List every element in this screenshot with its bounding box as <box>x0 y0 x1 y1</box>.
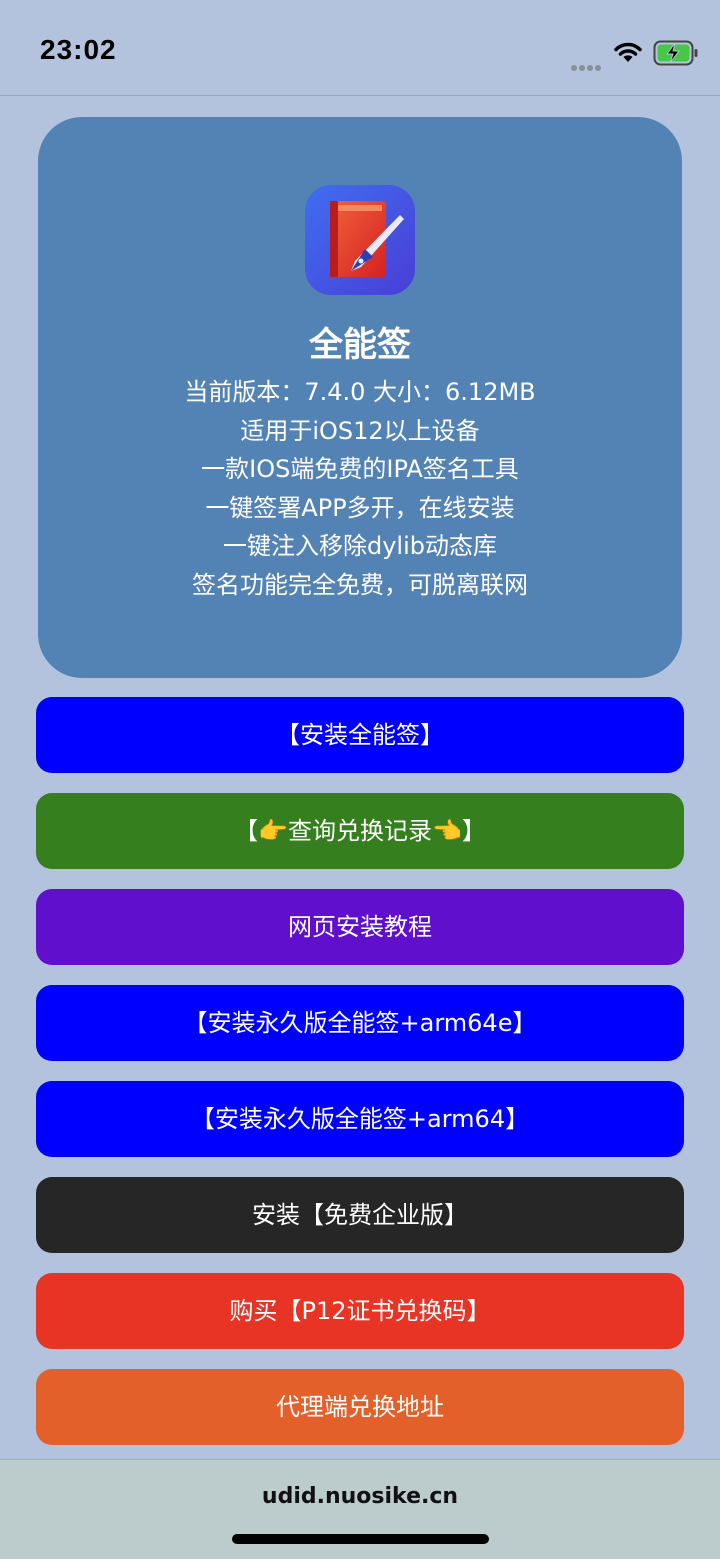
install-app-button[interactable]: 【安装全能签】 <box>36 697 684 773</box>
app-info-card: 全能签 当前版本：7.4.0 大小：6.12MB 适用于iOS12以上设备 一款… <box>38 117 682 678</box>
status-bar: 23:02 <box>0 0 720 96</box>
browser-address-bar: udid.nuosike.cn <box>0 1459 720 1559</box>
signal-dots-icon <box>571 56 605 71</box>
info-line-compat: 适用于iOS12以上设备 <box>240 416 480 445</box>
battery-charging-icon <box>653 40 698 66</box>
wifi-icon <box>614 42 642 62</box>
info-line-dylib: 一键注入移除dylib动态库 <box>222 532 497 560</box>
agent-redeem-address-button[interactable]: 代理端兑换地址 <box>36 1369 684 1445</box>
install-permanent-arm64e-button[interactable]: 【安装永久版全能签+arm64e】 <box>36 985 684 1061</box>
install-free-enterprise-button[interactable]: 安装【免费企业版】 <box>36 1177 684 1253</box>
home-indicator[interactable] <box>232 1534 489 1544</box>
info-line-multi: 一键签署APP多开，在线安装 <box>205 493 515 522</box>
info-line-desc: 一款IOS端免费的IPA签名工具 <box>201 455 519 483</box>
info-line-version: 当前版本：7.4.0 大小：6.12MB <box>184 378 536 406</box>
app-info-lines: 当前版本：7.4.0 大小：6.12MB 适用于iOS12以上设备 一款IOS端… <box>38 373 682 604</box>
web-install-tutorial-button[interactable]: 网页安装教程 <box>36 889 684 965</box>
install-permanent-arm64-button[interactable]: 【安装永久版全能签+arm64】 <box>36 1081 684 1157</box>
url-text[interactable]: udid.nuosike.cn <box>0 1484 720 1509</box>
info-line-free: 签名功能完全免费，可脱离联网 <box>192 570 528 599</box>
app-name: 全能签 <box>309 325 411 365</box>
pen-book-app-icon <box>305 185 415 295</box>
status-time: 23:02 <box>40 34 117 65</box>
query-redeem-record-button[interactable]: 【👉查询兑换记录👈】 <box>36 793 684 869</box>
buy-p12-redeem-code-button[interactable]: 购买【P12证书兑换码】 <box>36 1273 684 1349</box>
